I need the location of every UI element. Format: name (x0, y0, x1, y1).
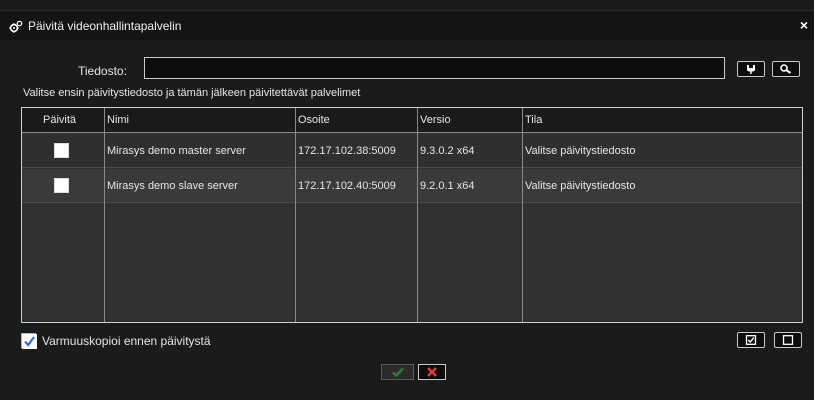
plug-icon (747, 65, 755, 74)
cancel-button[interactable] (418, 364, 446, 380)
column-header-version[interactable]: Versio (420, 114, 451, 126)
checked-box-icon (745, 335, 757, 345)
table-header: Päivitä Nimi Osoite Versio Tila (22, 108, 802, 133)
update-server-dialog: Päivitä videonhallintapalvelin × Tiedost… (0, 0, 814, 408)
server-table: Päivitä Nimi Osoite Versio Tila Mirasys … (21, 107, 803, 323)
magnifier-icon (780, 64, 792, 74)
table-row[interactable]: Mirasys demo master server 172.17.102.38… (22, 134, 802, 168)
browse-button[interactable] (737, 61, 765, 77)
row-update-checkbox[interactable] (54, 178, 69, 193)
x-icon (427, 367, 437, 377)
file-path-input[interactable] (144, 57, 725, 79)
column-divider[interactable] (522, 108, 523, 322)
title-bar: Päivitä videonhallintapalvelin × (0, 10, 814, 40)
gears-icon (9, 20, 23, 34)
server-status: Valitse päivitystiedosto (525, 180, 636, 192)
column-header-status[interactable]: Tila (525, 114, 542, 126)
close-button[interactable]: × (797, 17, 811, 33)
column-divider[interactable] (104, 108, 105, 322)
ok-button[interactable] (381, 364, 414, 380)
empty-box-icon (782, 335, 794, 345)
row-update-checkbox[interactable] (54, 143, 69, 158)
backup-label: Varmuuskopioi ennen päivitystä (42, 334, 211, 348)
check-icon (22, 334, 37, 349)
instruction-text: Valitse ensin päivitystiedosto ja tämän … (23, 87, 361, 99)
server-name: Mirasys demo slave server (107, 180, 238, 192)
column-header-update[interactable]: Päivitä (43, 114, 76, 126)
server-status: Valitse päivitystiedosto (525, 145, 636, 157)
table-row[interactable]: Mirasys demo slave server 172.17.102.40:… (22, 169, 802, 203)
file-label: Tiedosto: (78, 64, 127, 78)
column-header-address[interactable]: Osoite (298, 114, 330, 126)
window-edge (0, 400, 814, 408)
server-version: 9.3.0.2 x64 (420, 145, 475, 157)
dialog-title: Päivitä videonhallintapalvelin (28, 19, 182, 33)
server-version: 9.2.0.1 x64 (420, 180, 475, 192)
column-divider[interactable] (295, 108, 296, 322)
search-button[interactable] (772, 61, 800, 77)
column-header-name[interactable]: Nimi (107, 114, 129, 126)
backup-checkbox[interactable] (21, 333, 37, 349)
check-icon (391, 367, 404, 378)
server-name: Mirasys demo master server (107, 145, 246, 157)
select-all-button[interactable] (737, 332, 765, 348)
column-divider[interactable] (417, 108, 418, 322)
server-address: 172.17.102.40:5009 (298, 180, 396, 192)
clear-all-button[interactable] (774, 332, 802, 348)
server-address: 172.17.102.38:5009 (298, 145, 396, 157)
